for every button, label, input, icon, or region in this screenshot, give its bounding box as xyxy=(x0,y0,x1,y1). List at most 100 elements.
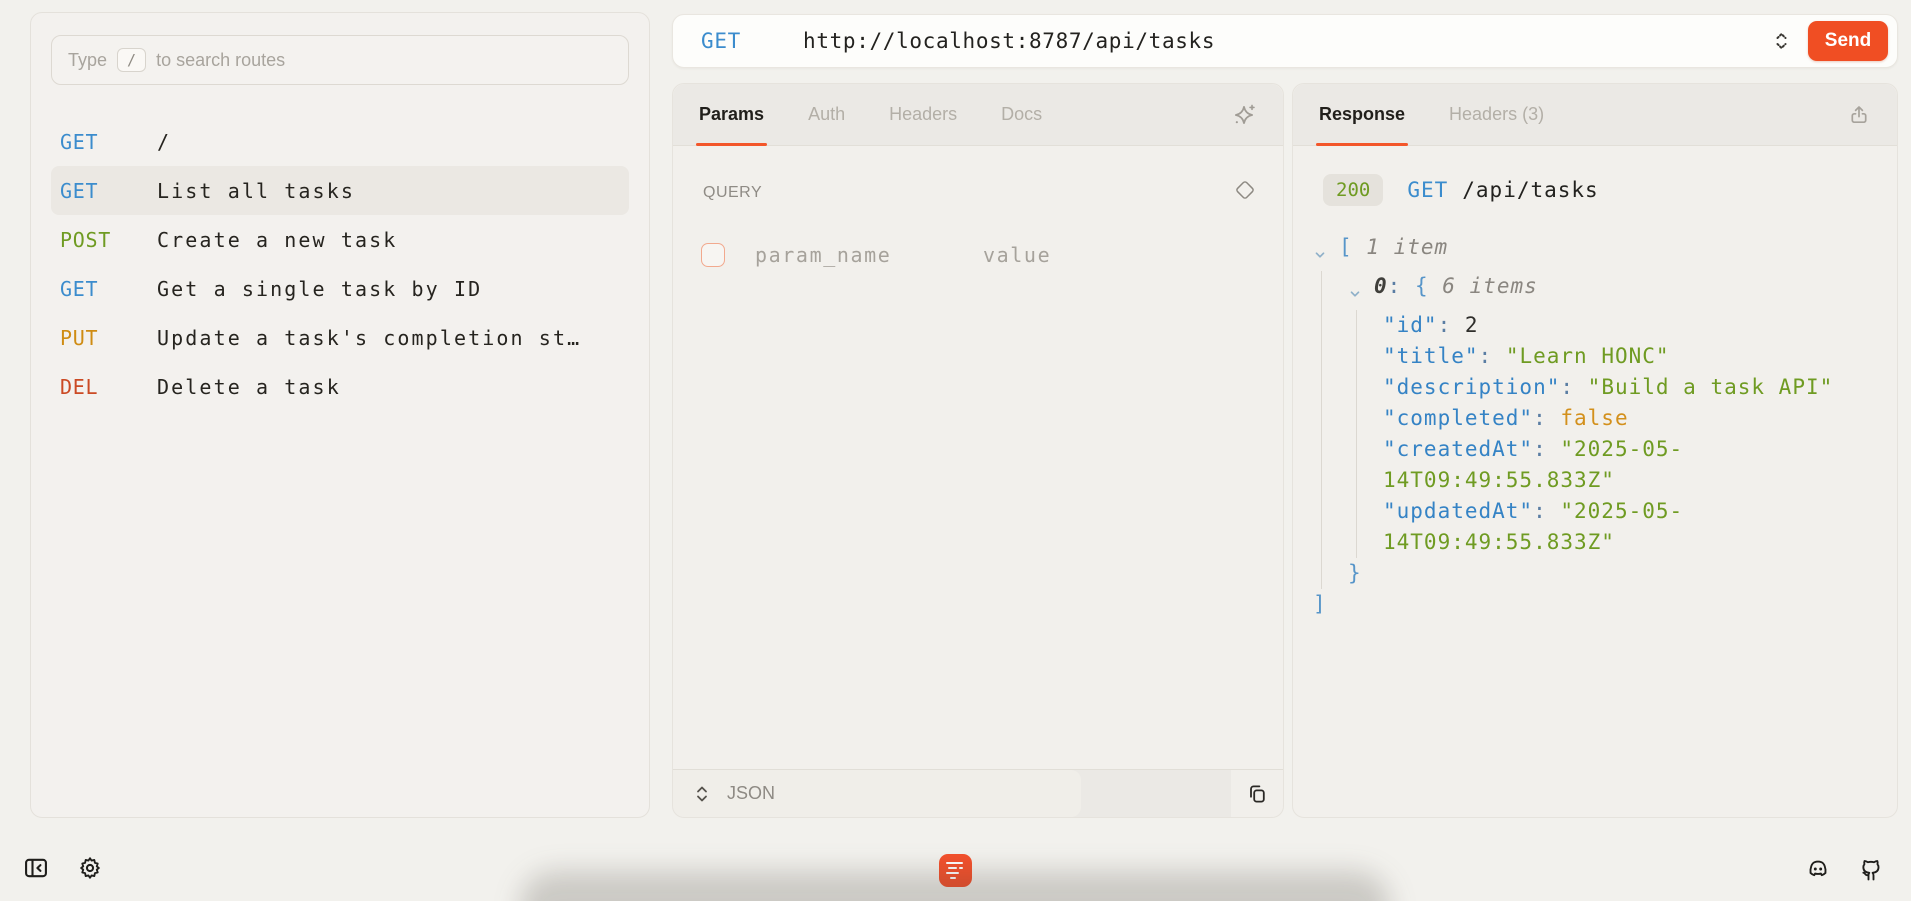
route-item[interactable]: GET/ xyxy=(51,117,629,166)
route-item[interactable]: POSTCreate a new task xyxy=(51,215,629,264)
json-line-text: } xyxy=(1348,558,1851,589)
param-enabled-checkbox[interactable] xyxy=(701,243,725,267)
param-value-input[interactable]: value xyxy=(983,243,1051,267)
route-label: / xyxy=(157,130,171,154)
indent-guide xyxy=(1321,372,1348,403)
response-summary-row: 200 GET /api/tasks xyxy=(1323,174,1851,206)
route-label: Delete a task xyxy=(157,375,341,399)
json-line-text: [ 1 item xyxy=(1339,232,1851,263)
tab-headers-3[interactable]: Headers (3) xyxy=(1449,84,1544,145)
response-tabstrip: Response Headers (3) xyxy=(1293,84,1897,146)
tab-response[interactable]: Response xyxy=(1319,84,1405,145)
route-method-badge: GET xyxy=(60,130,157,154)
indent-guide xyxy=(1356,496,1383,558)
response-panel: Response Headers (3) 200 GET /api/tasks [… xyxy=(1292,83,1898,818)
tab-params[interactable]: Params xyxy=(699,84,764,145)
json-tree-line: 0: { 6 items xyxy=(1313,271,1851,310)
route-method-badge: DEL xyxy=(60,375,157,399)
request-params-panel: Params Auth Headers Docs QUERY param_name v… xyxy=(672,83,1284,818)
collapse-chevron-icon[interactable] xyxy=(1313,232,1339,271)
tab-docs[interactable]: Docs xyxy=(1001,84,1042,145)
body-format-footer: JSON xyxy=(673,769,1283,817)
json-tree-line: } xyxy=(1313,558,1851,589)
settings-gear-icon[interactable] xyxy=(76,854,104,882)
indent-guide xyxy=(1356,434,1383,496)
json-tree-line: "createdAt": "2025-05-14T09:49:55.833Z" xyxy=(1313,434,1851,496)
json-line-text: "createdAt": "2025-05-14T09:49:55.833Z" xyxy=(1383,434,1851,496)
indent-guide xyxy=(1321,341,1348,372)
json-line-text: "description": "Build a task API" xyxy=(1383,372,1851,403)
response-path: /api/tasks xyxy=(1462,178,1598,202)
tab-headers[interactable]: Headers xyxy=(889,84,957,145)
route-label: List all tasks xyxy=(157,179,355,203)
route-label: Update a task's completion st… xyxy=(157,326,581,350)
collapse-sidebar-icon[interactable] xyxy=(22,854,50,882)
request-url-input[interactable]: http://localhost:8787/api/tasks xyxy=(803,29,1766,53)
route-method-badge: PUT xyxy=(60,326,157,350)
slash-key-hint: / xyxy=(117,48,146,72)
bottom-toolbar xyxy=(0,818,1911,901)
json-tree-line: "id": 2 xyxy=(1313,310,1851,341)
routes-sidebar: Type / to search routes GET/GETList all … xyxy=(30,12,650,818)
github-icon[interactable] xyxy=(1856,855,1884,883)
json-tree-line: "description": "Build a task API" xyxy=(1313,372,1851,403)
indent-guide xyxy=(1321,434,1348,496)
json-tree: [ 1 item 0: { 6 items "id": 2"title": "Lea… xyxy=(1313,232,1851,620)
body-format-label: JSON xyxy=(727,783,775,804)
params-tabstrip: Params Auth Headers Docs xyxy=(673,84,1283,146)
chevron-up-down-icon xyxy=(695,784,709,804)
indent-guide xyxy=(1356,310,1383,341)
share-icon[interactable] xyxy=(1847,103,1871,127)
discord-icon[interactable] xyxy=(1804,855,1832,883)
indent-guide xyxy=(1321,310,1348,341)
json-line-text: "title": "Learn HONC" xyxy=(1383,341,1851,372)
copy-body-button[interactable] xyxy=(1231,770,1283,817)
indent-guide xyxy=(1356,341,1383,372)
indent-guide xyxy=(1356,372,1383,403)
route-item[interactable]: DELDelete a task xyxy=(51,362,629,411)
json-line-text: ] xyxy=(1313,589,1851,620)
status-badge: 200 xyxy=(1323,174,1383,206)
json-tree-line: ] xyxy=(1313,589,1851,620)
clear-query-diamond-icon[interactable] xyxy=(1233,178,1257,207)
json-line-text: "id": 2 xyxy=(1383,310,1851,341)
indent-guide xyxy=(1321,403,1348,434)
indent-guide xyxy=(1321,496,1348,558)
search-placeholder-prefix: Type xyxy=(68,50,107,71)
body-format-select[interactable]: JSON xyxy=(673,770,1081,817)
json-tree-line: "completed": false xyxy=(1313,403,1851,434)
json-tree-line: "title": "Learn HONC" xyxy=(1313,341,1851,372)
query-section-label: QUERY xyxy=(703,184,762,202)
route-list: GET/GETList all tasksPOSTCreate a new ta… xyxy=(31,117,649,411)
route-item[interactable]: GETList all tasks xyxy=(51,166,629,215)
param-name-input[interactable]: param_name xyxy=(755,243,983,267)
route-method-badge: POST xyxy=(60,228,157,252)
history-stepper-icon[interactable] xyxy=(1766,26,1796,56)
copy-icon xyxy=(1245,782,1269,806)
tab-auth[interactable]: Auth xyxy=(808,84,845,145)
json-tree-line: [ 1 item xyxy=(1313,232,1851,271)
indent-guide xyxy=(1321,558,1348,589)
fiberplane-logo[interactable] xyxy=(939,854,972,887)
route-label: Create a new task xyxy=(157,228,397,252)
route-item[interactable]: PUTUpdate a task's completion st… xyxy=(51,313,629,362)
request-method-select[interactable]: GET xyxy=(701,29,741,53)
indent-guide xyxy=(1321,271,1348,310)
route-method-badge: GET xyxy=(60,179,157,203)
collapse-chevron-icon[interactable] xyxy=(1348,271,1374,310)
json-line-text: "updatedAt": "2025-05-14T09:49:55.833Z" xyxy=(1383,496,1851,558)
query-param-row: param_name value xyxy=(701,243,1283,267)
route-label: Get a single task by ID xyxy=(157,277,482,301)
indent-guide xyxy=(1356,403,1383,434)
request-url-bar: GET http://localhost:8787/api/tasks Send xyxy=(672,14,1898,68)
route-item[interactable]: GETGet a single task by ID xyxy=(51,264,629,313)
json-line-text: "completed": false xyxy=(1383,403,1851,434)
json-tree-line: "updatedAt": "2025-05-14T09:49:55.833Z" xyxy=(1313,496,1851,558)
send-button[interactable]: Send xyxy=(1808,21,1888,61)
ai-sparkles-icon[interactable] xyxy=(1231,102,1257,128)
route-method-badge: GET xyxy=(60,277,157,301)
json-line-text: 0: { 6 items xyxy=(1374,271,1851,302)
route-search-input[interactable]: Type / to search routes xyxy=(51,35,629,85)
response-method: GET xyxy=(1407,178,1448,202)
search-placeholder-suffix: to search routes xyxy=(156,50,285,71)
